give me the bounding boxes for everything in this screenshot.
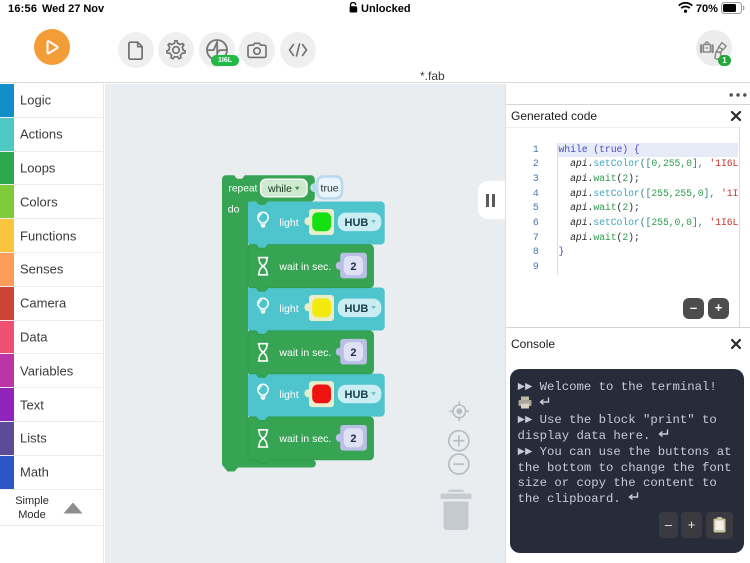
svg-text:repeat: repeat: [229, 184, 258, 195]
svg-text:2: 2: [350, 347, 356, 359]
svg-text:light: light: [279, 303, 298, 315]
svg-text:wait in sec.: wait in sec.: [278, 433, 331, 445]
svg-text:wait in sec.: wait in sec.: [278, 261, 331, 273]
svg-text:2: 2: [350, 433, 356, 445]
svg-text:2: 2: [350, 261, 356, 273]
svg-text:true: true: [321, 182, 339, 194]
svg-text:while: while: [267, 183, 292, 195]
svg-text:HUB: HUB: [345, 217, 369, 229]
svg-text:HUB: HUB: [345, 303, 369, 315]
svg-text:do: do: [228, 204, 240, 216]
svg-text:light: light: [279, 217, 298, 229]
svg-text:wait in sec.: wait in sec.: [278, 347, 331, 359]
svg-text:light: light: [279, 389, 298, 401]
svg-text:HUB: HUB: [345, 389, 369, 401]
